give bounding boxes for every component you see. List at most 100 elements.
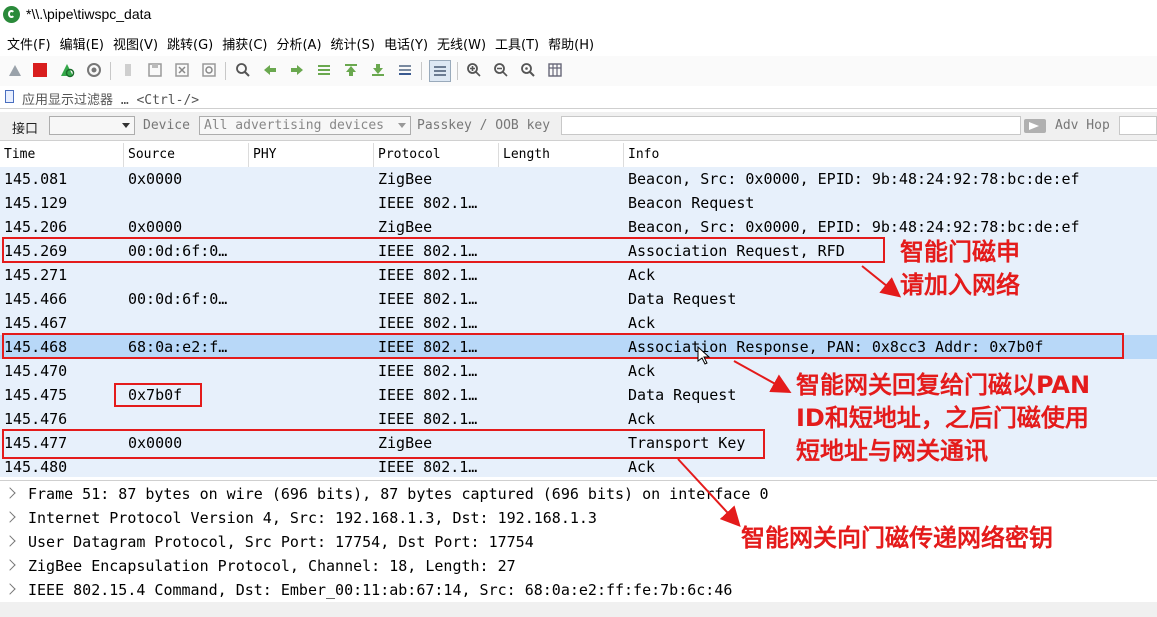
- device-select-value: All advertising devices: [204, 118, 385, 133]
- open-icon[interactable]: [118, 60, 138, 80]
- packet-row[interactable]: 145.129 IEEE 802.1… Beacon Request: [0, 191, 1157, 215]
- interface-toolbar: 接口 Device All advertising devices Passke…: [0, 112, 1157, 141]
- stop-icon[interactable]: [30, 60, 50, 80]
- chevron-right-icon[interactable]: [4, 511, 16, 523]
- detail-tree-item-label: IEEE 802.15.4 Command, Dst: Ember_00:11:…: [28, 581, 733, 599]
- forward-icon[interactable]: [287, 60, 307, 80]
- back-icon[interactable]: [260, 60, 280, 80]
- window-title: *\\.\pipe\tiwspc_data: [26, 6, 152, 22]
- packet-cell-protocol: IEEE 802.1…: [378, 194, 478, 212]
- detail-tree-item[interactable]: Frame 51: 87 bytes on wire (696 bits), 8…: [0, 483, 1157, 507]
- zoom-in-icon[interactable]: [464, 60, 484, 80]
- colorize-icon[interactable]: [429, 60, 451, 82]
- detail-tree-item[interactable]: IEEE 802.15.4 Command, Dst: Ember_00:11:…: [0, 579, 1157, 603]
- packet-cell-info: Beacon Request: [628, 194, 755, 212]
- annotation-text-1: 智能门磁申 请加入网络: [900, 238, 1020, 299]
- packet-row[interactable]: 145.468 68:0a:e2:f… IEEE 802.1… Association…: [0, 335, 1157, 359]
- packet-cell-time: 145.475: [4, 386, 68, 404]
- packet-cell-info: Ack: [628, 314, 656, 332]
- detail-tree-item-label: User Datagram Protocol, Src Port: 17754,…: [28, 533, 534, 551]
- interface-select[interactable]: [49, 116, 135, 135]
- packet-cell-source: 0x0000: [128, 434, 183, 452]
- adv-hop-label: Adv Hop: [1055, 118, 1110, 133]
- packet-cell-protocol: IEEE 802.1…: [378, 338, 478, 356]
- packet-cell-info: Beacon, Src: 0x0000, EPID: 9b:48:24:92:7…: [628, 170, 1080, 188]
- chevron-right-icon[interactable]: [4, 487, 16, 499]
- last-icon[interactable]: [368, 60, 388, 80]
- display-filter-input[interactable]: 应用显示过滤器 … <Ctrl-/>: [22, 89, 199, 108]
- zoom-reset-icon[interactable]: [518, 60, 538, 80]
- close-file-icon[interactable]: [172, 60, 192, 80]
- menu-view[interactable]: 视图(V): [113, 34, 158, 53]
- packet-cell-info: Ack: [628, 266, 656, 284]
- chevron-right-icon[interactable]: [4, 559, 16, 571]
- column-header-info[interactable]: Info: [624, 143, 1157, 167]
- options-icon[interactable]: [84, 60, 104, 80]
- menu-file[interactable]: 文件(F): [7, 34, 51, 53]
- column-header-source[interactable]: Source: [124, 143, 249, 167]
- packet-cell-time: 145.468: [4, 338, 68, 356]
- menu-analyze[interactable]: 分析(A): [276, 34, 321, 53]
- packet-list-header: Time Source PHY Protocol Length Info: [0, 143, 1157, 168]
- goto-icon[interactable]: [314, 60, 334, 80]
- packet-cell-time: 145.269: [4, 242, 68, 260]
- find-icon[interactable]: [233, 60, 253, 80]
- menu-telephony[interactable]: 电话(Y): [384, 34, 428, 53]
- menu-edit[interactable]: 编辑(E): [60, 34, 104, 53]
- menu-help[interactable]: 帮助(H): [548, 34, 594, 53]
- packet-cell-source: 68:0a:e2:f…: [128, 338, 228, 356]
- display-filter-bar[interactable]: 应用显示过滤器 … <Ctrl-/>: [0, 86, 1157, 109]
- column-header-phy[interactable]: PHY: [249, 143, 374, 167]
- packet-cell-info: Ack: [628, 362, 656, 380]
- resize-columns-icon[interactable]: [545, 60, 565, 80]
- packet-cell-info: Association Response, PAN: 0x8cc3 Addr: …: [628, 338, 1044, 356]
- shark-fin-icon[interactable]: [5, 60, 25, 80]
- packet-cell-protocol: ZigBee: [378, 218, 433, 236]
- column-header-length[interactable]: Length: [499, 143, 624, 167]
- restart-icon[interactable]: [57, 60, 77, 80]
- packet-cell-time: 145.476: [4, 410, 68, 428]
- reload-icon[interactable]: [199, 60, 219, 80]
- menu-capture[interactable]: 捕获(C): [222, 34, 267, 53]
- autoscroll-icon[interactable]: [395, 60, 415, 80]
- detail-tree-item-label: ZigBee Encapsulation Protocol, Channel: …: [28, 557, 516, 575]
- packet-cell-source: 0x0000: [128, 170, 183, 188]
- device-label: Device: [143, 118, 190, 133]
- passkey-input[interactable]: [561, 116, 1021, 135]
- menu-tools[interactable]: 工具(T): [495, 34, 539, 53]
- packet-cell-info: Data Request: [628, 386, 737, 404]
- chevron-down-icon: [398, 123, 406, 128]
- first-icon[interactable]: [341, 60, 361, 80]
- chevron-down-icon: [122, 123, 130, 128]
- main-toolbar: [0, 56, 1157, 87]
- annotation-text-3: 智能网关向门磁传递网络密钥: [741, 524, 1053, 552]
- packet-row[interactable]: 145.467 IEEE 802.1… Ack: [0, 311, 1157, 335]
- column-header-protocol[interactable]: Protocol: [374, 143, 499, 167]
- packet-cell-time: 145.466: [4, 290, 68, 308]
- packet-cell-protocol: IEEE 802.1…: [378, 410, 478, 428]
- packet-row[interactable]: 145.081 0x0000 ZigBee Beacon, Src: 0x0000, …: [0, 167, 1157, 191]
- packet-cell-source: 0x0000: [128, 218, 183, 236]
- menu-bar: 文件(F) 编辑(E) 视图(V) 跳转(G) 捕获(C) 分析(A) 统计(S…: [0, 31, 1157, 55]
- device-select[interactable]: All advertising devices: [199, 116, 411, 135]
- chevron-right-icon[interactable]: [4, 535, 16, 547]
- packet-cell-source: 00:0d:6f:0…: [128, 242, 228, 260]
- status-bar: [0, 602, 1157, 617]
- save-icon[interactable]: [145, 60, 165, 80]
- packet-cell-info: Ack: [628, 410, 656, 428]
- menu-wireless[interactable]: 无线(W): [437, 34, 486, 53]
- bookmark-icon[interactable]: [5, 90, 14, 103]
- menu-statistics[interactable]: 统计(S): [331, 34, 375, 53]
- packet-cell-source: 00:0d:6f:0…: [128, 290, 228, 308]
- zoom-out-icon[interactable]: [491, 60, 511, 80]
- column-header-time[interactable]: Time: [0, 143, 124, 167]
- menu-go[interactable]: 跳转(G): [167, 34, 213, 53]
- packet-cell-protocol: IEEE 802.1…: [378, 386, 478, 404]
- packet-cell-protocol: ZigBee: [378, 170, 433, 188]
- packet-cell-protocol: IEEE 802.1…: [378, 242, 478, 260]
- chevron-right-icon[interactable]: [4, 583, 16, 595]
- packet-cell-info: Transport Key: [628, 434, 746, 452]
- detail-tree-item[interactable]: ZigBee Encapsulation Protocol, Channel: …: [0, 555, 1157, 579]
- adv-hop-input[interactable]: [1119, 116, 1157, 135]
- apply-arrow-icon[interactable]: [1024, 119, 1046, 133]
